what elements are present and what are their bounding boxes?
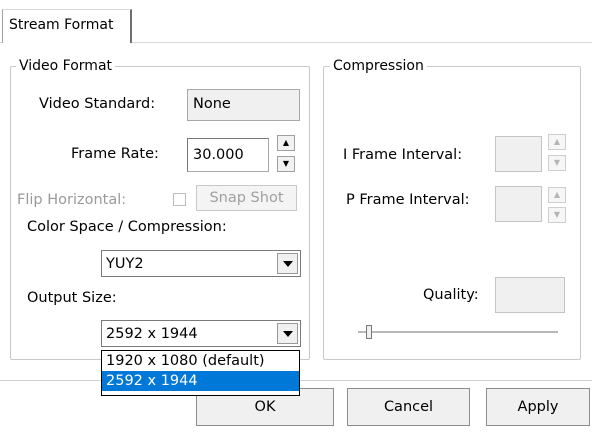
tab-stream-format[interactable]: Stream Format: [2, 9, 132, 43]
quality-slider-track[interactable]: [358, 331, 558, 334]
spin-down-icon: ▼: [282, 159, 290, 168]
color-space-select[interactable]: YUY2: [101, 250, 301, 277]
cancel-label: Cancel: [383, 399, 434, 415]
apply-label: Apply: [517, 399, 559, 415]
output-size-value: 2592 x 1944: [106, 326, 198, 342]
frame-rate-value: 30.000: [193, 147, 244, 163]
output-size-label: Output Size:: [27, 290, 117, 306]
video-standard-value: None: [193, 96, 231, 112]
i-frame-interval-label: I Frame Interval:: [343, 147, 463, 163]
quality-input[interactable]: [495, 277, 565, 313]
frame-rate-input[interactable]: 30.000: [187, 138, 269, 172]
spin-down-icon: ▼: [553, 210, 561, 219]
output-size-option-1920[interactable]: 1920 x 1080 (default): [102, 351, 299, 371]
p-frame-spin-up[interactable]: ▲: [548, 187, 566, 203]
i-frame-interval-input[interactable]: [495, 136, 542, 172]
spin-up-icon: ▲: [282, 138, 290, 147]
apply-button[interactable]: Apply: [486, 388, 590, 426]
spin-down-icon: ▼: [553, 158, 561, 167]
compression-legend: Compression: [330, 58, 427, 74]
i-frame-spin-down[interactable]: ▼: [548, 155, 566, 171]
output-size-dropdown-button[interactable]: [277, 323, 298, 344]
p-frame-interval-input[interactable]: [495, 186, 542, 222]
spin-up-icon: ▲: [553, 137, 561, 146]
flip-horizontal-label: Flip Horizontal:: [17, 192, 127, 208]
dropdown-arrow-icon: [282, 260, 293, 267]
output-size-select[interactable]: 2592 x 1944: [101, 320, 301, 347]
frame-rate-label: Frame Rate:: [71, 146, 159, 162]
flip-horizontal-checkbox[interactable]: [173, 193, 186, 206]
snap-shot-label: Snap Shot: [209, 190, 284, 206]
video-standard-label: Video Standard:: [39, 96, 156, 112]
snap-shot-button[interactable]: Snap Shot: [196, 185, 297, 211]
i-frame-spin-up[interactable]: ▲: [548, 134, 566, 150]
color-space-dropdown-button[interactable]: [277, 253, 298, 274]
color-space-label: Color Space / Compression:: [27, 219, 227, 235]
frame-rate-spin-up[interactable]: ▲: [277, 135, 295, 151]
frame-rate-spin-down[interactable]: ▼: [277, 156, 295, 172]
tab-stream-format-label: Stream Format: [9, 17, 114, 33]
spin-up-icon: ▲: [553, 190, 561, 199]
dropdown-arrow-icon: [282, 330, 293, 337]
color-space-value: YUY2: [106, 256, 144, 272]
video-standard-field: None: [187, 89, 300, 121]
compression-group: [323, 66, 581, 360]
quality-label: Quality:: [423, 287, 479, 303]
output-size-dropdown-list: 1920 x 1080 (default) 2592 x 1944: [101, 350, 300, 396]
ok-label: OK: [254, 399, 276, 415]
quality-slider-thumb[interactable]: [366, 325, 372, 339]
output-size-option-2592[interactable]: 2592 x 1944: [102, 371, 299, 391]
video-format-legend: Video Format: [16, 58, 116, 74]
cancel-button[interactable]: Cancel: [347, 388, 470, 426]
p-frame-interval-label: P Frame Interval:: [346, 192, 470, 208]
p-frame-spin-down[interactable]: ▼: [548, 207, 566, 223]
